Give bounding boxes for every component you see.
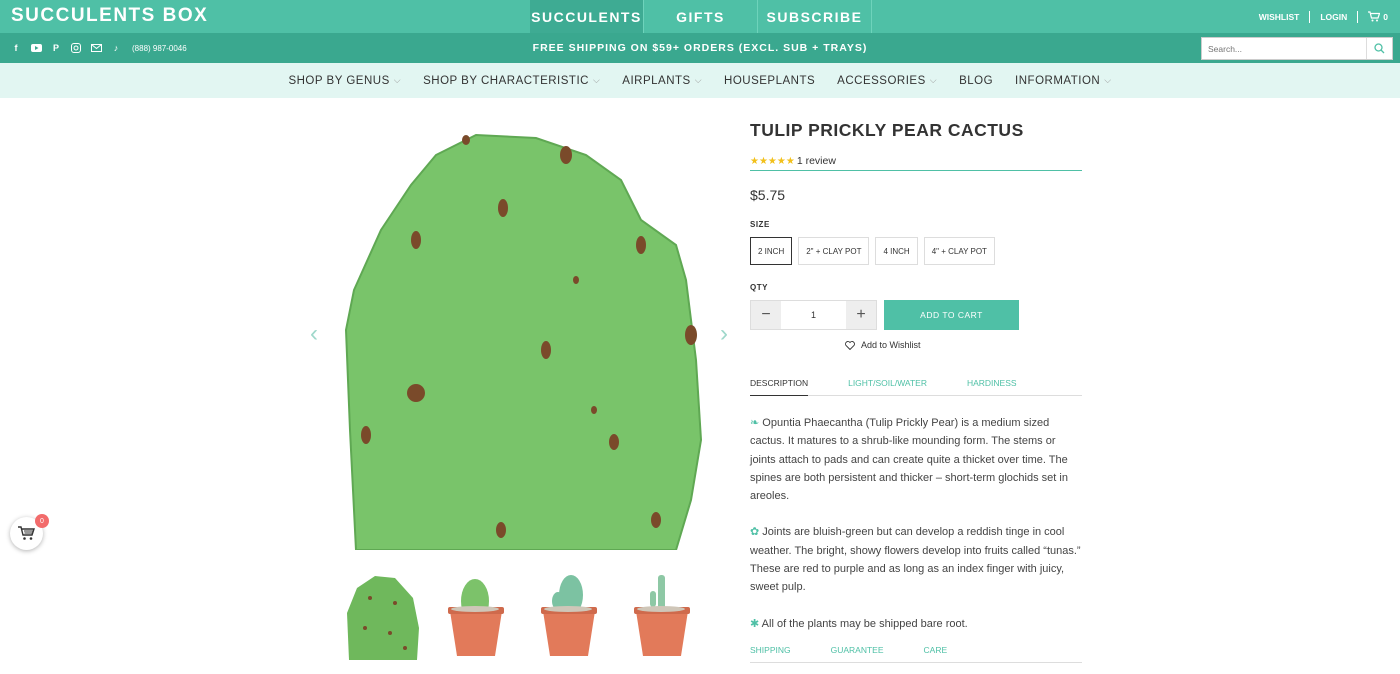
product-info: TULIP PRICKLY PEAR CACTUS ★★★★★ 1 review… — [750, 120, 1082, 663]
succulent-icon: ❧ — [750, 417, 763, 429]
chevron-down-icon: ⌵ — [393, 75, 402, 85]
flower-icon: ✿ — [750, 526, 763, 539]
phone-number[interactable]: (888) 987-0046 — [132, 44, 187, 53]
description-text: All of the plants may be shipped bare ro… — [761, 617, 968, 630]
top-nav: SUCCULENTS GIFTS SUBSCRIBE — [530, 0, 872, 33]
description-paragraph: ✱ All of the plants may be shipped bare … — [750, 615, 1082, 633]
star-rating[interactable]: ★★★★★ — [750, 156, 795, 167]
chevron-down-icon: ⌵ — [929, 75, 938, 85]
divider — [1357, 10, 1359, 23]
size-label: SIZE — [750, 220, 770, 229]
nav-information[interactable]: INFORMATION ⌵ — [1015, 75, 1111, 87]
tab-guarantee[interactable]: GUARANTEE — [831, 645, 884, 663]
size-option-2-inch-clay-pot[interactable]: 2" + CLAY POT — [798, 237, 870, 265]
top-nav-gifts[interactable]: GIFTS — [644, 0, 758, 33]
search-box — [1201, 37, 1393, 60]
nav-label: AIRPLANTS — [622, 74, 691, 87]
search-button[interactable] — [1366, 38, 1392, 59]
chevron-down-icon: ⌵ — [694, 75, 703, 85]
qty-label: QTY — [750, 283, 768, 292]
sub-bar: FREE SHIPPING ON $59+ ORDERS (EXCL. SUB … — [0, 33, 1400, 63]
divider — [1309, 10, 1311, 23]
size-option-2-inch[interactable]: 2 INCH — [750, 237, 793, 265]
nav-label: BLOG — [959, 74, 994, 87]
header-cart-count: 0 — [1383, 11, 1388, 22]
tab-light-soil-water[interactable]: LIGHT/SOIL/WATER — [848, 378, 927, 396]
instagram-icon[interactable] — [70, 42, 82, 54]
tiktok-icon[interactable]: ♪ — [110, 42, 122, 54]
login-link[interactable]: LOGIN — [1320, 12, 1347, 22]
size-option-4-inch[interactable]: 4 INCH — [875, 237, 918, 265]
nav-shop-by-genus[interactable]: SHOP BY GENUS ⌵ — [288, 75, 401, 87]
social-links: f P ♪ (888) 987-0046 — [10, 33, 187, 63]
description-paragraph: ✿ Joints are bluish-green but can develo… — [750, 523, 1082, 596]
product-tabs: DESCRIPTION LIGHT/SOIL/WATER HARDINESS — [750, 378, 1082, 396]
thumbnail-potted-2[interactable] — [531, 573, 606, 660]
chevron-down-icon: ⌵ — [1104, 75, 1112, 85]
description-text: Joints are bluish-green but can develop … — [750, 526, 1081, 594]
product-title: TULIP PRICKLY PEAR CACTUS — [750, 120, 1024, 140]
thumbnail-pad[interactable] — [345, 573, 420, 660]
nav-accessories[interactable]: ACCESSORIES ⌵ — [837, 75, 937, 87]
add-to-cart-button[interactable]: ADD TO CART — [884, 300, 1019, 330]
nav-label: INFORMATION — [1015, 74, 1101, 87]
product-description: ❧ Opuntia Phaecantha (Tulip Prickly Pear… — [750, 414, 1082, 633]
nav-airplants[interactable]: AIRPLANTS ⌵ — [622, 75, 702, 87]
tab-shipping[interactable]: SHIPPING — [750, 645, 791, 663]
review-count[interactable]: 1 review — [797, 155, 836, 167]
thumbnail-potted-1[interactable] — [438, 573, 513, 660]
quantity-row: − 1 + ADD TO CART — [750, 300, 1082, 330]
facebook-icon[interactable]: f — [10, 42, 22, 54]
quantity-stepper: − 1 + — [750, 300, 877, 330]
gallery-prev-arrow[interactable]: ‹ — [310, 320, 318, 348]
tab-description[interactable]: DESCRIPTION — [750, 378, 809, 396]
product-price: $5.75 — [750, 187, 786, 203]
nav-label: HOUSEPLANTS — [724, 74, 816, 87]
search-icon — [1374, 43, 1385, 54]
description-text: Opuntia Phaecantha (Tulip Prickly Pear) … — [750, 417, 1068, 503]
product-rating: ★★★★★ 1 review — [750, 155, 1082, 171]
pinterest-icon[interactable]: P — [50, 42, 62, 54]
top-bar: SUCCULENTS BOX SUCCULENTS GIFTS SUBSCRIB… — [0, 0, 1400, 33]
gallery-next-arrow[interactable]: › — [720, 320, 728, 348]
nav-label: ACCESSORIES — [837, 74, 926, 87]
account-links: WISHLIST LOGIN 0 — [1259, 0, 1388, 33]
floating-cart-badge: 0 — [35, 514, 49, 528]
youtube-icon[interactable] — [30, 42, 42, 54]
asterisk-icon: ✱ — [750, 617, 762, 630]
product-main-image[interactable] — [336, 130, 716, 550]
top-nav-succulents[interactable]: SUCCULENTS — [530, 0, 644, 33]
shipping-banner: FREE SHIPPING ON $59+ ORDERS (EXCL. SUB … — [532, 42, 868, 54]
cart-icon — [1368, 11, 1381, 22]
secondary-tabs: SHIPPING GUARANTEE CARE — [750, 645, 1082, 663]
size-options: 2 INCH 2" + CLAY POT 4 INCH 4" + CLAY PO… — [750, 237, 1082, 265]
nav-shop-by-characteristic[interactable]: SHOP BY CHARACTERISTIC ⌵ — [423, 75, 600, 87]
cart-icon — [17, 526, 35, 540]
email-icon[interactable] — [90, 42, 102, 54]
main-nav: SHOP BY GENUS ⌵ SHOP BY CHARACTERISTIC ⌵ A… — [0, 63, 1400, 98]
size-option-4-inch-clay-pot[interactable]: 4" + CLAY POT — [923, 237, 995, 265]
decrease-qty-button[interactable]: − — [751, 301, 781, 329]
wishlist-link[interactable]: WISHLIST — [1259, 12, 1300, 22]
heart-icon — [845, 340, 855, 350]
tab-hardiness[interactable]: HARDINESS — [967, 378, 1017, 396]
top-nav-subscribe[interactable]: SUBSCRIBE — [758, 0, 872, 33]
chevron-down-icon: ⌵ — [592, 75, 601, 85]
add-to-wishlist-link[interactable]: Add to Wishlist — [845, 340, 1082, 350]
header-cart-link[interactable]: 0 — [1368, 11, 1388, 22]
search-input[interactable] — [1202, 38, 1367, 59]
nav-blog[interactable]: BLOG — [959, 75, 993, 87]
quantity-input[interactable]: 1 — [781, 301, 846, 329]
increase-qty-button[interactable]: + — [846, 301, 876, 329]
nav-houseplants[interactable]: HOUSEPLANTS — [724, 75, 815, 87]
nav-label: SHOP BY GENUS — [288, 74, 390, 87]
description-paragraph: ❧ Opuntia Phaecantha (Tulip Prickly Pear… — [750, 414, 1082, 505]
nav-label: SHOP BY CHARACTERISTIC — [423, 74, 589, 87]
wishlist-label: Add to Wishlist — [861, 340, 921, 350]
tab-care[interactable]: CARE — [924, 645, 948, 663]
thumbnail-strip — [345, 573, 699, 660]
site-logo[interactable]: SUCCULENTS BOX — [11, 5, 208, 27]
thumbnail-potted-3[interactable] — [624, 573, 699, 660]
